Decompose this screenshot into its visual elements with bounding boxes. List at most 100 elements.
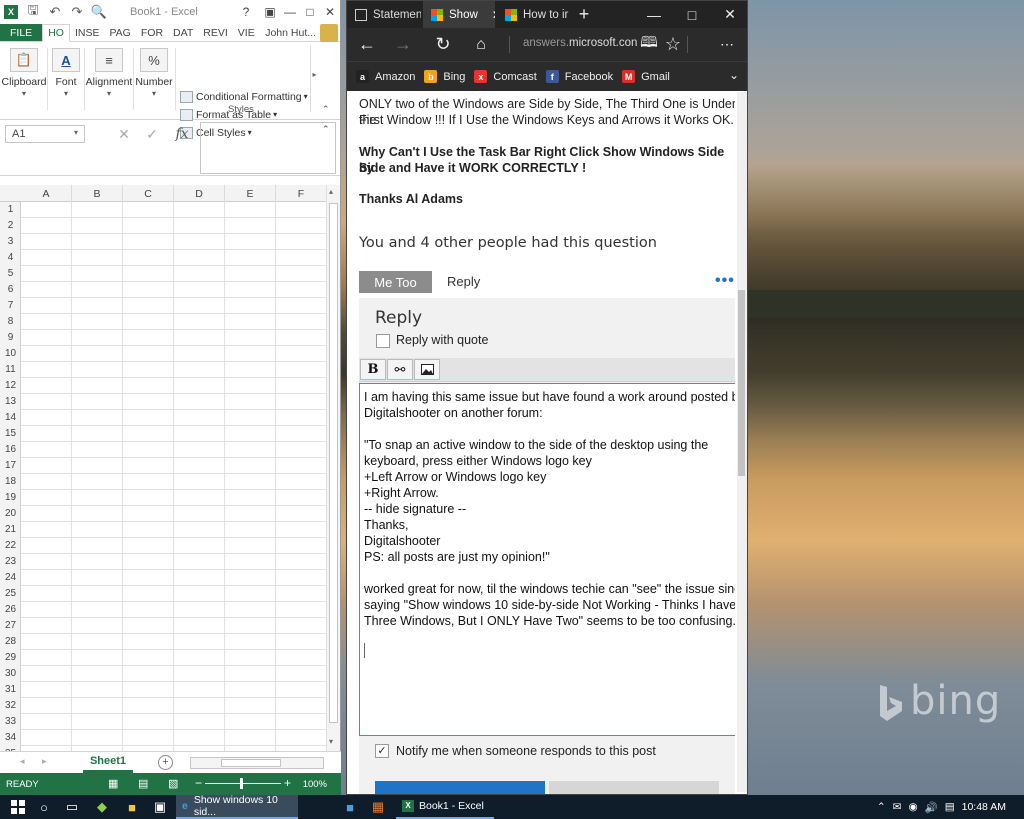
normal-view-icon[interactable]: ▦ — [108, 777, 118, 790]
bold-button[interactable]: B — [360, 359, 386, 380]
favorite-bing[interactable]: b Bing — [424, 70, 465, 83]
row-header[interactable]: 24 — [0, 570, 21, 586]
excel-vertical-scrollbar[interactable]: ▴ ▾ — [326, 185, 340, 751]
back-arrow-icon[interactable]: ← — [349, 28, 385, 61]
column-header-b[interactable]: B — [72, 185, 123, 202]
store-icon[interactable]: ▣ — [146, 795, 174, 819]
row-header[interactable]: 27 — [0, 618, 21, 634]
add-sheet-icon[interactable]: + — [158, 755, 173, 770]
tab-data[interactable]: DAT — [168, 24, 198, 41]
home-icon[interactable]: ⌂ — [463, 28, 499, 61]
forward-arrow-icon[interactable]: → — [385, 28, 421, 61]
row-header[interactable]: 5 — [0, 266, 21, 282]
row-header[interactable]: 20 — [0, 506, 21, 522]
submit-button[interactable] — [375, 781, 545, 794]
worksheet-grid[interactable]: A B C D E F 1 2 3 4 5 6 7 8 9 10 11 12 13 14 15 16 17 18 1… — [0, 185, 326, 751]
row-header[interactable]: 2 — [0, 218, 21, 234]
scroll-up-icon[interactable]: ▴ — [329, 187, 333, 196]
number-group[interactable]: % Number ▾ — [135, 42, 173, 120]
page-scroll-thumb[interactable] — [738, 290, 745, 476]
formula-input[interactable] — [200, 122, 336, 174]
address-bar[interactable]: answers.microsoft.con — [523, 37, 637, 49]
scroll-down-icon[interactable]: ▾ — [329, 737, 333, 746]
volume-icon[interactable]: 🔊 — [925, 801, 938, 814]
chevron-down-icon[interactable]: ⌄ — [729, 68, 739, 82]
row-header[interactable]: 10 — [0, 346, 21, 362]
row-header[interactable]: 13 — [0, 394, 21, 410]
row-header[interactable]: 34 — [0, 730, 21, 746]
font-group[interactable]: A Font ▾ — [50, 42, 82, 120]
cell-area[interactable] — [21, 202, 326, 751]
clock[interactable]: 10:48 AM — [962, 801, 1006, 813]
excel-account[interactable]: John Hut... — [265, 23, 340, 42]
row-header[interactable]: 25 — [0, 586, 21, 602]
cancel-icon[interactable]: ✕ — [112, 124, 136, 144]
page-vertical-scrollbar[interactable] — [737, 92, 747, 792]
row-header[interactable]: 1 — [0, 202, 21, 218]
name-box[interactable]: A1 — [5, 125, 85, 143]
row-header[interactable]: 14 — [0, 410, 21, 426]
collapse-ribbon-icon[interactable]: ⌃ — [322, 104, 330, 115]
undo-icon[interactable]: ↶ — [44, 0, 66, 24]
more-actions-icon[interactable]: ⋯ — [709, 28, 745, 61]
row-header[interactable]: 9 — [0, 330, 21, 346]
favorite-star-icon[interactable]: ☆ — [655, 28, 691, 61]
row-header[interactable]: 15 — [0, 426, 21, 442]
tab-file[interactable]: FILE — [0, 24, 43, 41]
page-break-view-icon[interactable]: ▧ — [168, 777, 178, 790]
row-header[interactable]: 33 — [0, 714, 21, 730]
tab-how-to[interactable]: How to ir — [497, 1, 575, 28]
alignment-group[interactable]: ≡ Alignment ▾ — [86, 42, 132, 120]
collapse-formula-bar-icon[interactable]: ⌃ — [322, 124, 330, 135]
edge-maximize-button[interactable]: □ — [677, 1, 707, 28]
row-header[interactable]: 12 — [0, 378, 21, 394]
taskbar-excel-app[interactable]: X Book1 - Excel — [396, 795, 494, 819]
reply-link[interactable]: Reply — [447, 274, 480, 289]
file-explorer-icon[interactable]: ■ — [118, 795, 146, 819]
row-header[interactable]: 18 — [0, 474, 21, 490]
action-center-icon[interactable]: ▤ — [945, 801, 955, 813]
pinned-app-icon[interactable]: ■ — [336, 795, 364, 819]
task-view-icon[interactable]: ▭ — [58, 795, 86, 819]
insert-function-icon[interactable]: fx — [170, 124, 194, 144]
row-header[interactable]: 8 — [0, 314, 21, 330]
tab-insert[interactable]: INSE — [70, 24, 105, 41]
page-layout-view-icon[interactable]: ▤ — [138, 777, 148, 790]
windows-start-icon[interactable] — [4, 795, 32, 819]
column-header-f[interactable]: F — [276, 185, 326, 202]
zoom-slider-handle[interactable] — [240, 778, 243, 789]
row-header[interactable]: 6 — [0, 282, 21, 298]
link-icon[interactable]: ⚯ — [387, 359, 413, 380]
taskbar-edge-app[interactable]: e Show windows 10 sid... — [176, 794, 298, 819]
row-header[interactable]: 16 — [0, 442, 21, 458]
more-options-icon[interactable]: ••• — [715, 272, 735, 290]
sheet-tab-sheet1[interactable]: Sheet1 — [83, 752, 133, 773]
excel-scroll-thumb[interactable] — [329, 203, 338, 723]
tab-home[interactable]: HO — [42, 24, 70, 42]
row-header[interactable]: 29 — [0, 650, 21, 666]
column-header-e[interactable]: E — [225, 185, 276, 202]
ribbon-scroll-right-icon[interactable]: ▸ — [310, 46, 318, 112]
cortana-search-icon[interactable]: ○ — [30, 795, 58, 819]
tab-statement[interactable]: Statemen — [347, 1, 421, 28]
zoom-slider[interactable] — [205, 783, 281, 784]
reply-with-quote-label[interactable]: Reply with quote — [396, 333, 488, 347]
new-tab-icon[interactable]: + — [569, 1, 599, 28]
cancel-button[interactable] — [549, 781, 719, 794]
sheet-prev-icon[interactable]: ◂ — [20, 756, 25, 767]
column-header-c[interactable]: C — [123, 185, 174, 202]
edge-close-button[interactable]: ✕ — [715, 1, 745, 28]
tab-page-layout[interactable]: PAG — [104, 24, 135, 41]
row-header[interactable]: 11 — [0, 362, 21, 378]
pinned-app-icon[interactable]: ◆ — [88, 795, 116, 819]
conditional-formatting-button[interactable]: Conditional Formatting ▾ — [180, 88, 308, 105]
reply-text-editor[interactable]: I am having this same issue but have fou… — [359, 383, 735, 736]
favorite-amazon[interactable]: a Amazon — [356, 70, 415, 83]
zoom-out-icon[interactable]: − — [195, 776, 202, 790]
column-header-d[interactable]: D — [174, 185, 225, 202]
favorite-comcast[interactable]: x Comcast — [474, 70, 537, 83]
favorite-gmail[interactable]: M Gmail — [622, 70, 670, 83]
row-header[interactable]: 32 — [0, 698, 21, 714]
pinned-app-icon[interactable]: ▦ — [364, 795, 392, 819]
tab-close-icon[interactable]: ✕ — [492, 8, 495, 22]
